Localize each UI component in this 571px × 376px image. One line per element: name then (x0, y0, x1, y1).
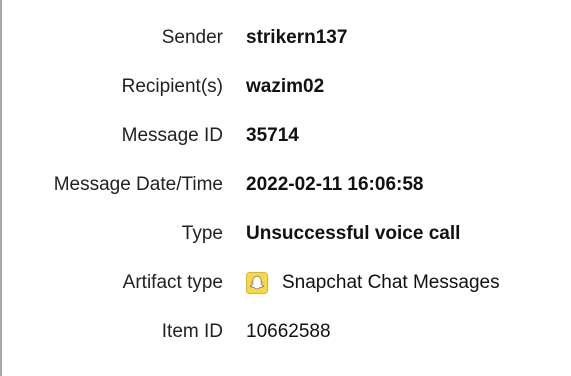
row-item-id: Item ID 10662588 (2, 317, 571, 347)
artifact-type-label: Artifact type (122, 272, 223, 293)
row-message-datetime: Message Date/Time 2022-02-11 16:06:58 (2, 170, 571, 200)
row-artifact-type: Artifact type Snapchat Chat Messages (2, 268, 571, 298)
item-id-value: 10662588 (246, 321, 331, 342)
message-id-label: Message ID (121, 125, 223, 146)
artifact-type-text: Snapchat Chat Messages (282, 272, 500, 293)
message-datetime-label: Message Date/Time (53, 174, 223, 195)
row-sender: Sender strikern137 (2, 23, 571, 53)
row-recipients: Recipient(s) wazim02 (2, 72, 571, 102)
row-type: Type Unsuccessful voice call (2, 219, 571, 249)
sender-value: strikern137 (246, 27, 348, 48)
recipients-label: Recipient(s) (121, 76, 223, 97)
snapchat-icon (246, 272, 268, 294)
recipients-value: wazim02 (246, 76, 325, 97)
type-label: Type (181, 223, 223, 244)
message-properties-panel: Sender strikern137 Recipient(s) wazim02 … (0, 0, 571, 376)
artifact-type-value[interactable]: Snapchat Chat Messages (246, 268, 500, 298)
row-message-id: Message ID 35714 (2, 121, 571, 151)
sender-label: Sender (161, 27, 223, 48)
message-id-value: 35714 (246, 125, 299, 146)
message-datetime-value: 2022-02-11 16:06:58 (246, 174, 424, 195)
type-value: Unsuccessful voice call (246, 223, 461, 244)
item-id-label: Item ID (161, 321, 223, 342)
